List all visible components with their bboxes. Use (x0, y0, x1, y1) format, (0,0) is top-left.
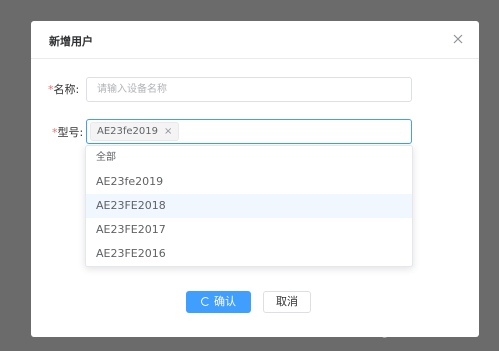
model-dropdown: 全部 AE23fe2019 AE23FE2018 AE23FE2017 AE23… (85, 145, 413, 267)
tag-close-icon[interactable]: × (164, 126, 172, 137)
cancel-button[interactable]: 取消 (263, 291, 311, 313)
option-all[interactable]: 全部 (86, 146, 412, 170)
model-label: *型号: (52, 126, 84, 139)
watermark: 知乎 @虽然没有但是 (345, 323, 476, 339)
option-ae23fe2019[interactable]: AE23fe2019 (86, 170, 412, 194)
add-user-dialog: 新增用户 *名称: *型号: AE23fe2019× 全部 AE23fe2019… (31, 21, 479, 337)
confirm-button[interactable]: 确认 (186, 291, 251, 313)
option-ae23fe2016[interactable]: AE23FE2016 (86, 242, 412, 266)
device-name-input[interactable] (86, 77, 412, 102)
option-ae23fe2017[interactable]: AE23FE2017 (86, 218, 412, 242)
loading-spinner-icon (201, 297, 210, 306)
name-label: *名称: (48, 83, 80, 96)
selected-model-tag: AE23fe2019 × (90, 122, 180, 141)
model-select[interactable]: AE23fe2019 × (86, 119, 412, 144)
dialog-title: 新增用户 (49, 35, 93, 48)
close-icon[interactable] (451, 32, 465, 46)
option-ae23fe2018[interactable]: AE23FE2018 (86, 194, 412, 218)
dialog-header: 新增用户 (31, 21, 479, 59)
